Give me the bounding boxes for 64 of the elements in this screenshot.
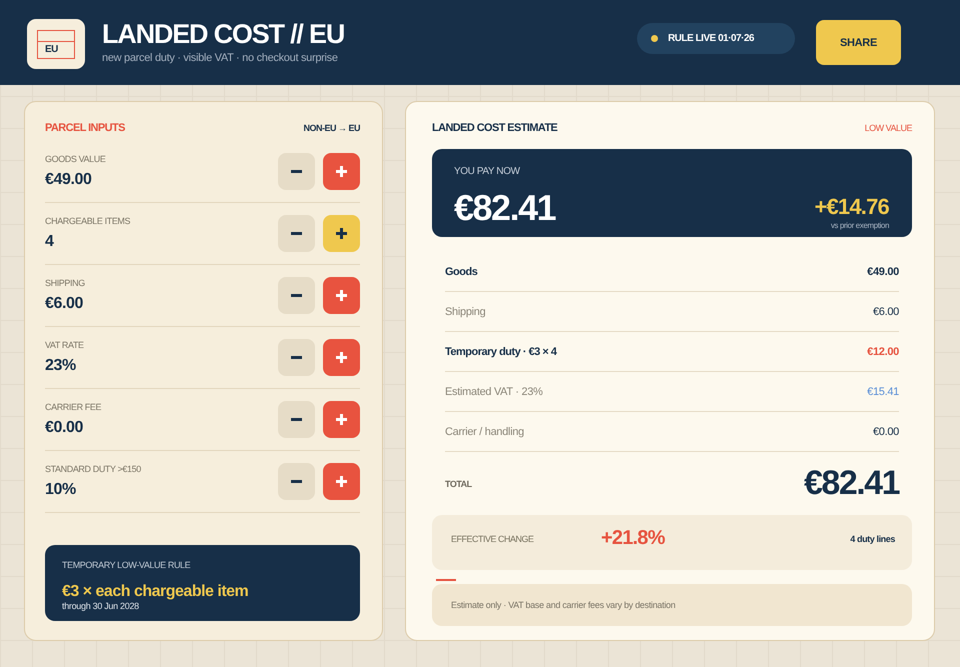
cost-label: Goods bbox=[445, 266, 478, 278]
input-value: €49.00 bbox=[45, 171, 92, 189]
logo-text: EU bbox=[44, 42, 58, 54]
delta-amount: +€14.76 bbox=[814, 196, 889, 218]
decrease-button[interactable] bbox=[278, 153, 315, 190]
increase-button[interactable] bbox=[323, 215, 360, 252]
status-dot-icon bbox=[650, 35, 658, 42]
cost-value: €6.00 bbox=[872, 306, 899, 318]
plus-icon bbox=[336, 414, 347, 425]
decrease-button[interactable] bbox=[278, 463, 315, 500]
route-label: NON-EU → EU bbox=[303, 123, 360, 133]
share-button[interactable]: SHARE bbox=[816, 20, 901, 65]
decrease-button[interactable] bbox=[278, 277, 315, 314]
delta-note: vs prior exemption bbox=[830, 221, 889, 230]
card-title: PARCEL INPUTS bbox=[45, 122, 125, 134]
minus-icon bbox=[291, 356, 302, 359]
cost-value: €0.00 bbox=[872, 426, 899, 438]
cost-label: Estimated VAT · 23% bbox=[445, 386, 543, 398]
value-tag: LOW VALUE bbox=[864, 123, 912, 133]
input-label: STANDARD DUTY >€150 bbox=[45, 464, 141, 474]
decrease-button[interactable] bbox=[278, 401, 315, 438]
app-subtitle: new parcel duty · visible VAT · no checkout surprise bbox=[102, 52, 338, 64]
plus-icon bbox=[336, 290, 347, 301]
decrease-button[interactable] bbox=[278, 339, 315, 376]
plus-icon bbox=[336, 166, 347, 177]
input-value: €0.00 bbox=[45, 419, 84, 437]
input-value: 23% bbox=[45, 357, 76, 375]
input-label: CARRIER FEE bbox=[45, 402, 102, 412]
input-label: GOODS VALUE bbox=[45, 154, 106, 164]
card-title: LANDED COST ESTIMATE bbox=[432, 122, 558, 134]
plus-icon bbox=[336, 352, 347, 363]
input-value: €6.00 bbox=[45, 295, 84, 313]
duty-lines-count: 4 duty lines bbox=[850, 534, 895, 544]
pay-amount: €82.41 bbox=[454, 190, 556, 226]
decrease-button[interactable] bbox=[278, 215, 315, 252]
app-title: LANDED COST // EU bbox=[102, 21, 344, 48]
rule-status-text: RULE LIVE 01·07·26 bbox=[668, 33, 754, 44]
total-amount: €82.41 bbox=[804, 464, 899, 503]
total-label: TOTAL bbox=[445, 478, 472, 488]
rule-label: TEMPORARY LOW-VALUE RULE bbox=[62, 560, 190, 570]
minus-icon bbox=[291, 232, 302, 235]
cost-value: €49.00 bbox=[867, 266, 899, 278]
rule-headline: €3 × each chargeable item bbox=[62, 583, 248, 601]
cost-value: €15.41 bbox=[867, 386, 899, 398]
input-label: CHARGEABLE ITEMS bbox=[45, 216, 130, 226]
minus-icon bbox=[291, 294, 302, 297]
rule-note: through 30 Jun 2028 bbox=[62, 601, 139, 611]
minus-icon bbox=[291, 418, 302, 421]
change-value: +21.8% bbox=[601, 527, 665, 550]
cost-label: Shipping bbox=[445, 306, 486, 318]
input-label: VAT RATE bbox=[45, 340, 84, 350]
cost-label: Temporary duty · €3 × 4 bbox=[445, 346, 556, 358]
pay-label: YOU PAY NOW bbox=[454, 166, 520, 177]
input-value: 4 bbox=[45, 233, 54, 251]
minus-icon bbox=[291, 170, 302, 173]
cost-label: Carrier / handling bbox=[445, 426, 524, 438]
input-value: 10% bbox=[45, 481, 76, 499]
note-text: Estimate only · VAT base and carrier fees vary by destination bbox=[451, 600, 676, 610]
plus-icon bbox=[336, 476, 347, 487]
cost-value: €12.00 bbox=[867, 346, 899, 358]
minus-icon bbox=[291, 480, 302, 483]
change-label: EFFECTIVE CHANGE bbox=[451, 534, 535, 544]
input-label: SHIPPING bbox=[45, 278, 85, 288]
plus-icon bbox=[336, 228, 347, 239]
